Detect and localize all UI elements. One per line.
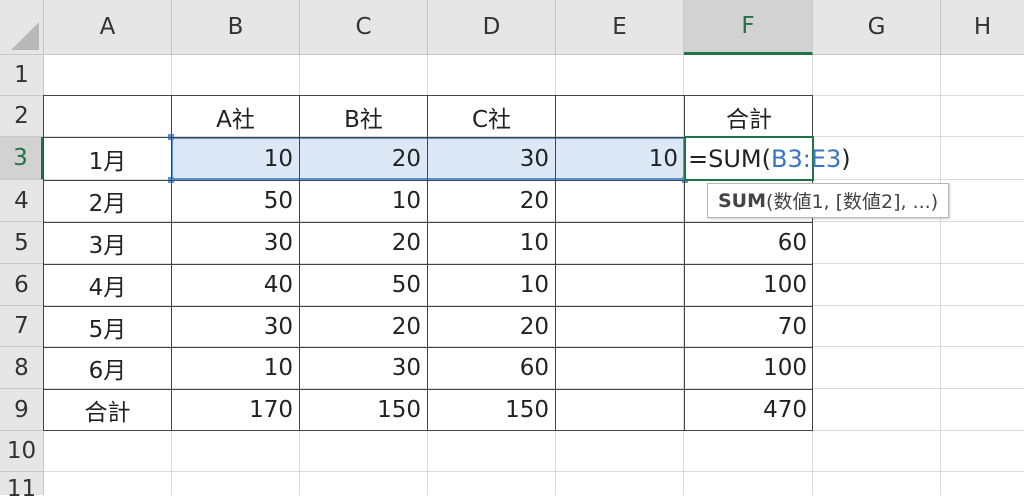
cell-d8[interactable]: 60	[428, 347, 555, 389]
tooltip-function-args: (数値1, [数値2], ...)	[766, 191, 939, 213]
row-header-9[interactable]: 9	[0, 389, 44, 431]
cell-d9[interactable]: 150	[428, 389, 555, 431]
row-header-1[interactable]: 1	[0, 55, 44, 96]
cell-b2[interactable]: A社	[172, 96, 299, 137]
cell-a8[interactable]: 6月	[44, 347, 171, 389]
cell-f2[interactable]: 合計	[685, 96, 813, 137]
function-signature-tooltip[interactable]: SUM (数値1, [数値2], ...)	[707, 183, 950, 218]
row-header-6[interactable]: 6	[0, 264, 44, 306]
column-header-a[interactable]: A	[44, 0, 172, 55]
row-header-2[interactable]: 2	[0, 96, 44, 137]
row-header-11[interactable]: 11	[0, 472, 44, 502]
row-header-4[interactable]: 4	[0, 180, 44, 222]
cell-f7[interactable]: 70	[685, 306, 813, 347]
column-header-c[interactable]: C	[300, 0, 428, 55]
cell-c9[interactable]: 150	[300, 389, 427, 431]
cell-a6[interactable]: 4月	[44, 264, 171, 306]
cell-d2[interactable]: C社	[428, 96, 555, 137]
cell-b9[interactable]: 170	[172, 389, 299, 431]
formula-prefix: =SUM(	[688, 144, 771, 173]
tooltip-function-name[interactable]: SUM	[718, 190, 766, 212]
cell-a7[interactable]: 5月	[44, 306, 171, 347]
cell-b7[interactable]: 30	[172, 306, 299, 347]
cell-f8[interactable]: 100	[685, 347, 813, 389]
cell-a3[interactable]: 1月	[44, 137, 171, 180]
row-header-7[interactable]: 7	[0, 306, 44, 347]
formula-suffix: )	[841, 144, 851, 173]
row-header-10[interactable]: 10	[0, 431, 44, 472]
formula-range-reference[interactable]: B3:E3	[771, 145, 841, 173]
column-header-f[interactable]: F	[684, 0, 813, 55]
row-header-3[interactable]: 3	[0, 137, 44, 180]
select-all-corner[interactable]	[0, 0, 44, 55]
cell-d6[interactable]: 10	[428, 264, 555, 306]
cell-f9[interactable]: 470	[685, 389, 813, 431]
cell-c6[interactable]: 50	[300, 264, 427, 306]
cell-c7[interactable]: 20	[300, 306, 427, 347]
cell-b5[interactable]: 30	[172, 222, 299, 264]
row-header-5[interactable]: 5	[0, 222, 44, 264]
cell-f3-formula[interactable]: =SUM(B3:E3)	[688, 137, 851, 180]
cell-c5[interactable]: 20	[300, 222, 427, 264]
cell-b4[interactable]: 50	[172, 180, 299, 222]
cell-d4[interactable]: 20	[428, 180, 555, 222]
cell-c2[interactable]: B社	[300, 96, 427, 137]
cell-f5[interactable]: 60	[685, 222, 813, 264]
cell-a5[interactable]: 3月	[44, 222, 171, 264]
cell-b3[interactable]: 10	[172, 137, 299, 180]
column-header-b[interactable]: B	[172, 0, 300, 55]
column-header-g[interactable]: G	[813, 0, 941, 55]
cell-d7[interactable]: 20	[428, 306, 555, 347]
cell-f6[interactable]: 100	[685, 264, 813, 306]
cell-a9[interactable]: 合計	[44, 389, 171, 431]
cell-c3[interactable]: 20	[300, 137, 427, 180]
cell-a4[interactable]: 2月	[44, 180, 171, 222]
column-header-e[interactable]: E	[556, 0, 684, 55]
column-header-d[interactable]: D	[428, 0, 556, 55]
cell-d3[interactable]: 30	[428, 137, 555, 180]
column-header-h[interactable]: H	[941, 0, 1024, 55]
row-header-8[interactable]: 8	[0, 347, 44, 389]
cell-c4[interactable]: 10	[300, 180, 427, 222]
cell-e3[interactable]: 10	[556, 137, 684, 180]
cell-b6[interactable]: 40	[172, 264, 299, 306]
cell-c8[interactable]: 30	[300, 347, 427, 389]
cell-b8[interactable]: 10	[172, 347, 299, 389]
select-all-triangle-icon	[11, 22, 39, 50]
cell-d5[interactable]: 10	[428, 222, 555, 264]
